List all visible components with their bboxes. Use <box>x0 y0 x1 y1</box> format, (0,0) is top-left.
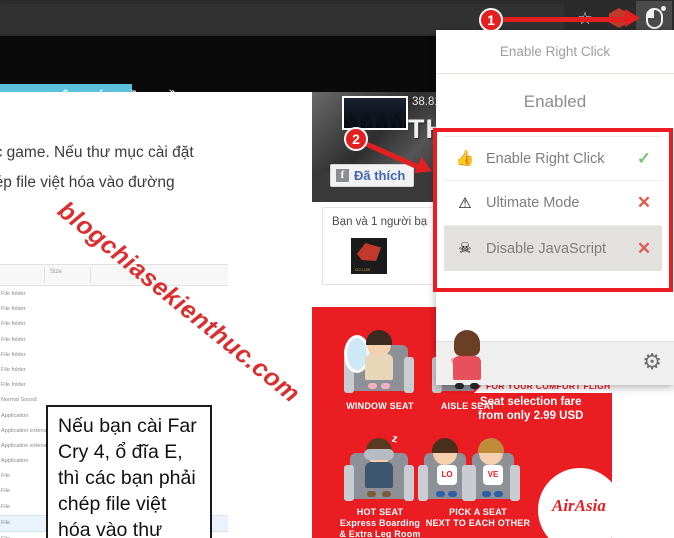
explorer-row[interactable]: File folder <box>0 317 228 332</box>
shoe <box>448 491 457 497</box>
person-hair <box>454 330 480 356</box>
ad-seat-couple-graphic: LO VE <box>418 429 522 505</box>
shoe <box>436 491 445 497</box>
person-hair <box>432 438 458 453</box>
shoe <box>368 383 377 389</box>
callout-text: Nếu bạn cài Far Cry 4, ổ đĩa E, thì các … <box>58 415 197 538</box>
ad-subtitle: Seat selection fare from only 2.99 USD <box>478 396 584 422</box>
ad-seat-hot-graphic: z <box>342 429 416 505</box>
person-hair <box>366 330 392 345</box>
thumbs-up-icon: 👍 <box>455 150 475 167</box>
annotation-arrow-1-line <box>500 17 630 22</box>
shoe <box>494 491 503 497</box>
popup-menu-item-label: Disable JavaScript <box>486 240 607 257</box>
shoe <box>381 383 390 389</box>
callout-box: Nếu bạn cài Far Cry 4, ổ đĩa E, thì các … <box>46 405 212 538</box>
shoe <box>482 491 491 497</box>
cross-icon[interactable]: ✕ <box>636 193 652 213</box>
cross-icon[interactable]: ✕ <box>636 239 652 259</box>
article-line-2: nép file việt hóa vào đường <box>0 174 175 191</box>
sleep-mask-icon <box>364 449 394 460</box>
shoe <box>455 383 464 389</box>
popup-status-text: Enabled <box>523 92 587 111</box>
warning-triangle-icon: ⚠ <box>458 194 472 212</box>
love-shirt-right: VE <box>483 465 503 485</box>
facebook-like-label: Đã thích <box>354 168 406 183</box>
popup-menu-item[interactable]: 👍 Enable Right Click ✓ <box>444 136 662 181</box>
ad-caption-sub: Express Boarding & Extra Leg Room <box>339 518 421 538</box>
screenshot-root: ☆ AME VIỆT HÓA PHẦN MỀM FAQS ục game. Nế… <box>0 0 674 538</box>
check-icon[interactable]: ✓ <box>636 149 652 169</box>
popup-menu-list: 👍 Enable Right Click ✓ ⚠ Ultimate Mode ✕ ☠ Disa… <box>444 136 662 271</box>
site-navigation-bar: AME VIỆT HÓA PHẦN MỀM FAQS <box>0 36 440 114</box>
header-divider <box>44 267 45 283</box>
popup-menu-item-label: Ultimate Mode <box>486 195 580 211</box>
ad-seat-window-graphic <box>342 321 416 397</box>
skull-icon: ☠ <box>458 240 472 257</box>
explorer-row[interactable]: File folder <box>0 378 228 393</box>
facebook-video-thumbnail[interactable] <box>342 96 408 130</box>
popup-menu-item[interactable]: ☠ Disable JavaScript ✕ <box>444 226 662 271</box>
gear-icon[interactable]: ⚙ <box>642 351 662 373</box>
ad-caption-pick-a-seat: PICK A SEAT NEXT TO EACH OTHER <box>416 507 540 529</box>
love-shirt-left: LO <box>437 465 457 485</box>
sleep-zzz-icon: z <box>390 432 399 446</box>
header-divider <box>90 267 91 283</box>
ad-caption-title: HOT SEAT <box>356 507 404 517</box>
explorer-row[interactable]: File folder <box>0 348 228 363</box>
avatar[interactable]: GCLUB <box>351 238 387 274</box>
avatar-caption: GCLUB <box>355 267 371 272</box>
annotation-badge-2: 2 <box>344 127 368 151</box>
skyline-graphic <box>350 114 404 128</box>
popup-divider <box>436 73 674 74</box>
ad-caption-sub: NEXT TO EACH OTHER <box>425 518 531 528</box>
explorer-row[interactable]: File folder <box>0 333 228 348</box>
airasia-logo: AirAsia <box>538 468 612 538</box>
popup-menu-item[interactable]: ⚠ Ultimate Mode ✕ <box>444 181 662 226</box>
facebook-like-button[interactable]: f Đã thích <box>330 164 415 187</box>
shoe <box>382 491 391 497</box>
airasia-logo-text: AirAsia <box>552 496 606 515</box>
ad-caption-title: PICK A SEAT <box>449 507 507 517</box>
person-body <box>453 356 481 380</box>
shoe <box>470 383 479 389</box>
column-header-size: Size <box>50 269 62 275</box>
mouse-icon <box>645 5 666 29</box>
shoe <box>367 491 376 497</box>
article-line-1: ục game. Nếu thư mục cài đặt <box>0 144 194 161</box>
person-body <box>365 354 393 380</box>
popup-title: Enable Right Click <box>499 44 611 59</box>
facebook-f-icon: f <box>336 169 349 182</box>
explorer-column-headers: Size <box>0 265 228 286</box>
person-hair <box>478 438 504 453</box>
person-body <box>365 462 393 488</box>
explorer-row[interactable]: File folder <box>0 302 228 317</box>
explorer-row[interactable]: File folder <box>0 287 228 302</box>
annotation-arrow-1-head <box>625 9 640 27</box>
popup-menu-item-label: Enable Right Click <box>486 150 605 167</box>
annotation-badge-1: 1 <box>479 8 503 32</box>
bird-logo-icon <box>357 243 381 261</box>
explorer-row[interactable]: File folder <box>0 363 228 378</box>
